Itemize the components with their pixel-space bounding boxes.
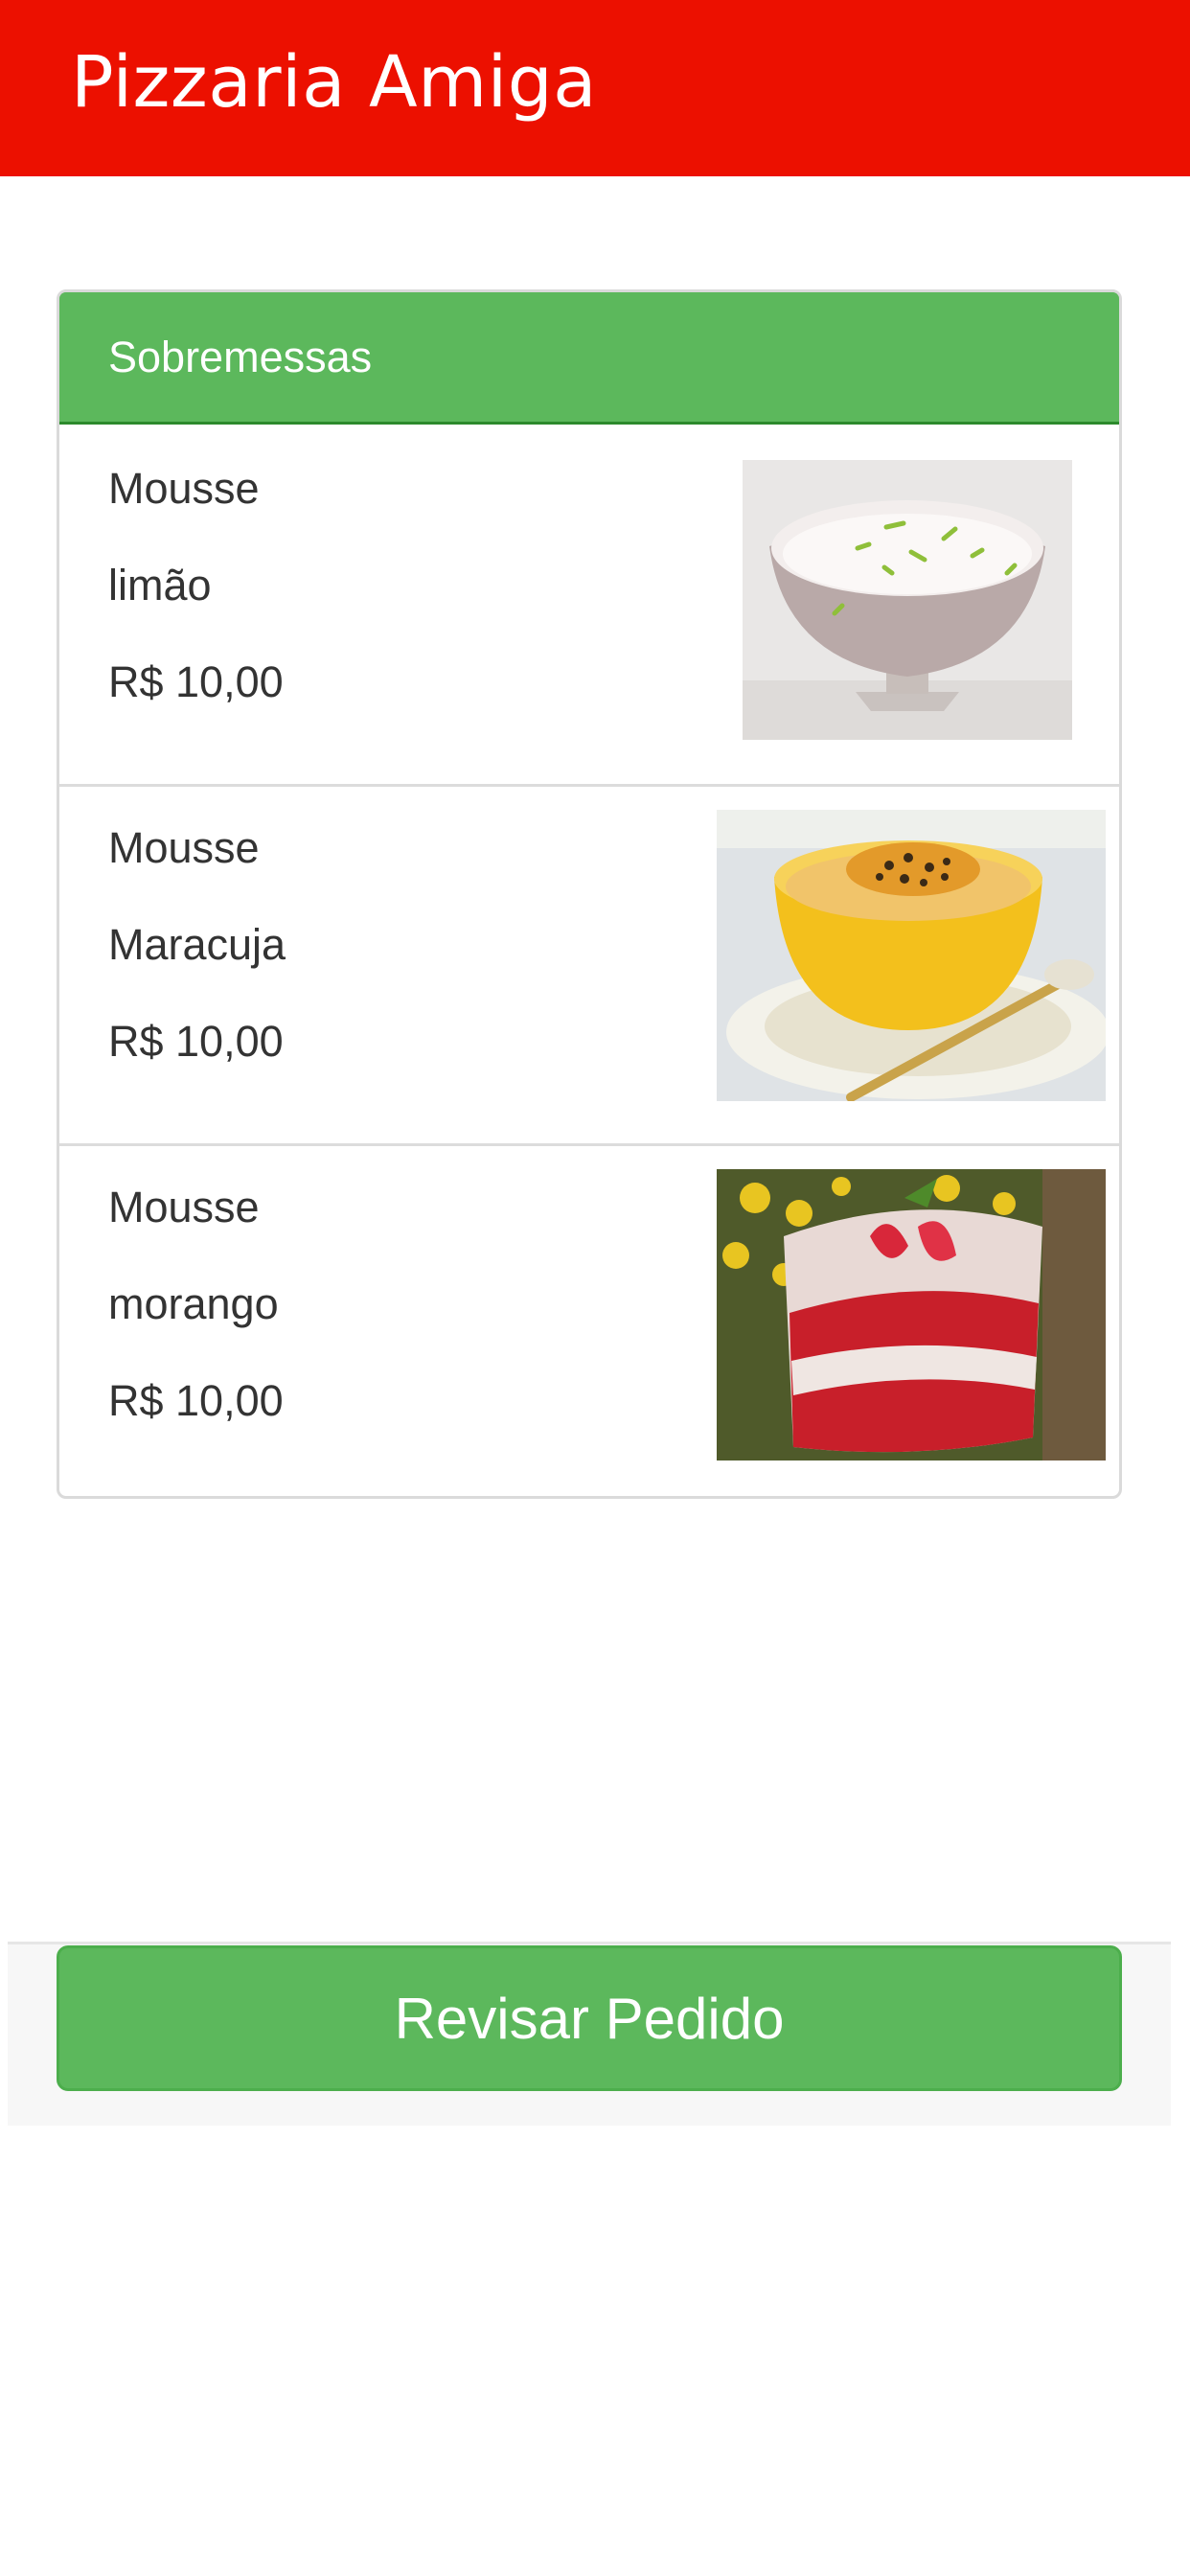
passion-fruit-mousse-image <box>717 810 1106 1101</box>
item-price: R$ 10,00 <box>108 1017 284 1066</box>
item-price: R$ 10,00 <box>108 1376 284 1425</box>
item-name-line2: morango <box>108 1279 279 1328</box>
item-name-line2: limão <box>108 561 212 610</box>
app-title: Pizzaria Amiga <box>71 41 598 124</box>
lime-mousse-image <box>743 460 1072 740</box>
menu-item-mousse-morango[interactable]: Mousse morango R$ 10,00 <box>59 1146 1119 1496</box>
item-name-line1: Mousse <box>108 464 260 513</box>
desserts-panel: Sobremessas Mousse limão R$ 10,00 Mousse… <box>57 289 1122 1499</box>
item-name-line1: Mousse <box>108 823 260 872</box>
item-name-line1: Mousse <box>108 1183 260 1231</box>
menu-item-mousse-limao[interactable]: Mousse limão R$ 10,00 <box>59 427 1119 784</box>
item-price: R$ 10,00 <box>108 657 284 706</box>
revisar-pedido-button[interactable]: Revisar Pedido <box>57 1945 1122 2091</box>
panel-title: Sobremessas <box>108 333 373 381</box>
app-bar: Pizzaria Amiga <box>0 0 1190 176</box>
item-name-line2: Maracuja <box>108 920 286 969</box>
panel-heading: Sobremessas <box>59 292 1119 425</box>
strawberry-mousse-image <box>717 1169 1106 1460</box>
menu-item-mousse-maracuja[interactable]: Mousse Maracuja R$ 10,00 <box>59 787 1119 1143</box>
footer-bar: Revisar Pedido <box>8 1942 1171 2126</box>
